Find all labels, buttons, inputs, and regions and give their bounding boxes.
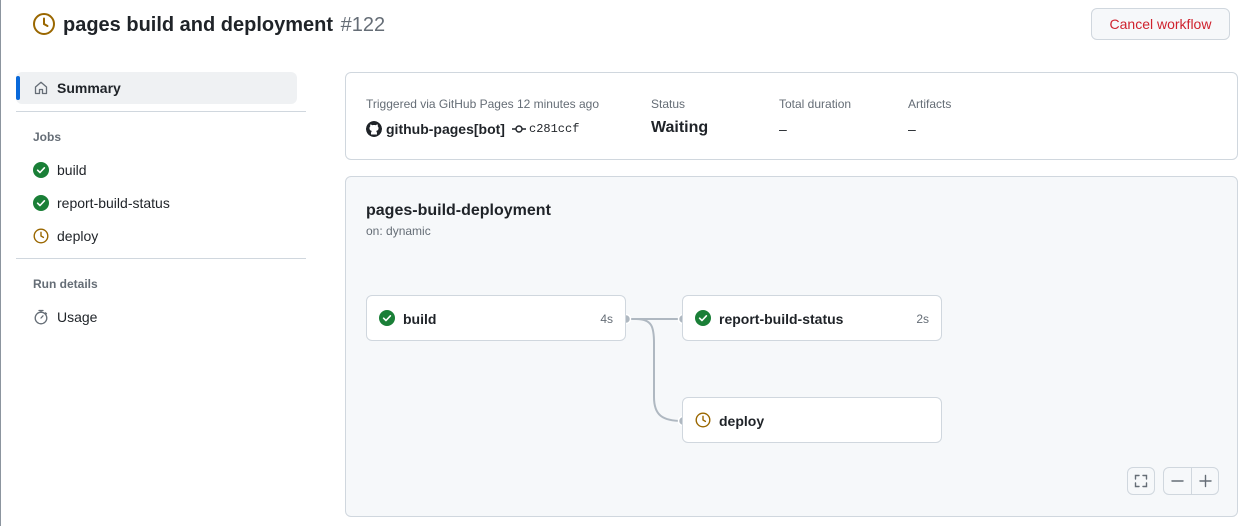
commit-sha-link[interactable]: c281ccf [529,121,579,137]
zoom-out-button[interactable] [1164,468,1191,494]
run-number: #122 [340,14,386,36]
sidebar-item-usage[interactable]: Usage [16,301,297,333]
job-node-name: report-build-status [719,311,844,327]
sidebar-item-label: build [57,162,87,178]
sidebar-item-deploy[interactable]: deploy [16,220,297,252]
job-node-deploy[interactable]: deploy [682,397,942,443]
job-node-report-build-status[interactable]: report-build-status 2s [682,295,942,341]
workflow-graph: pages-build-deployment on: dynamic build… [345,176,1238,517]
zoom-controls [1163,467,1219,495]
home-icon [34,81,48,95]
run-title: pages build and deployment [63,14,334,36]
sidebar-divider [16,111,306,112]
trigger-text: Triggered via GitHub Pages 12 minutes ag… [366,97,600,111]
cancel-workflow-button[interactable]: Cancel workflow [1091,8,1230,40]
plus-icon [1199,474,1212,488]
duration-label: Total duration [779,97,852,111]
clock-icon [33,13,55,35]
run-details-heading: Run details [33,277,98,291]
workflow-trigger: on: dynamic [366,224,431,238]
clock-icon [33,228,49,244]
sidebar-item-label: report-build-status [57,195,170,211]
sidebar-item-label: Usage [57,309,98,325]
git-commit-icon [512,125,526,133]
job-node-duration: 4s [600,312,613,326]
github-avatar-icon[interactable] [366,121,382,137]
job-connectors [620,313,689,427]
duration-value: – [779,121,787,137]
workflow-name: pages-build-deployment [366,202,551,219]
window-left-border [0,0,1,526]
sidebar-divider [16,258,306,259]
sidebar-item-build[interactable]: build [16,154,297,186]
active-indicator [16,76,20,100]
sidebar-item-label: deploy [57,228,99,244]
status-value: Waiting [651,119,709,136]
fullscreen-icon [1134,474,1148,488]
stopwatch-icon [34,309,48,325]
check-circle-icon [379,310,395,326]
job-node-name: build [403,311,437,327]
sidebar-item-summary[interactable]: Summary [16,72,297,104]
artifacts-value: – [908,121,916,137]
job-node-name: deploy [719,413,765,429]
run-summary-card: Triggered via GitHub Pages 12 minutes ag… [345,72,1238,160]
job-node-duration: 2s [916,312,929,326]
sidebar-item-label: Summary [57,80,121,96]
sidebar-item-report-build-status[interactable]: report-build-status [16,187,297,219]
page-title: pages build and deployment #122 [63,13,385,37]
check-circle-icon [695,310,711,326]
actor-name-link[interactable]: github-pages[bot] [386,119,505,139]
jobs-heading: Jobs [33,130,62,144]
check-circle-icon [33,195,49,211]
check-circle-icon [33,162,49,178]
clock-icon [695,412,711,428]
zoom-in-button[interactable] [1192,468,1219,494]
status-label: Status [651,97,686,111]
job-node-build[interactable]: build 4s [366,295,626,341]
run-header: pages build and deployment #122 Cancel w… [0,0,1250,50]
fullscreen-button[interactable] [1127,467,1155,495]
minus-icon [1171,480,1184,482]
artifacts-label: Artifacts [908,97,952,111]
